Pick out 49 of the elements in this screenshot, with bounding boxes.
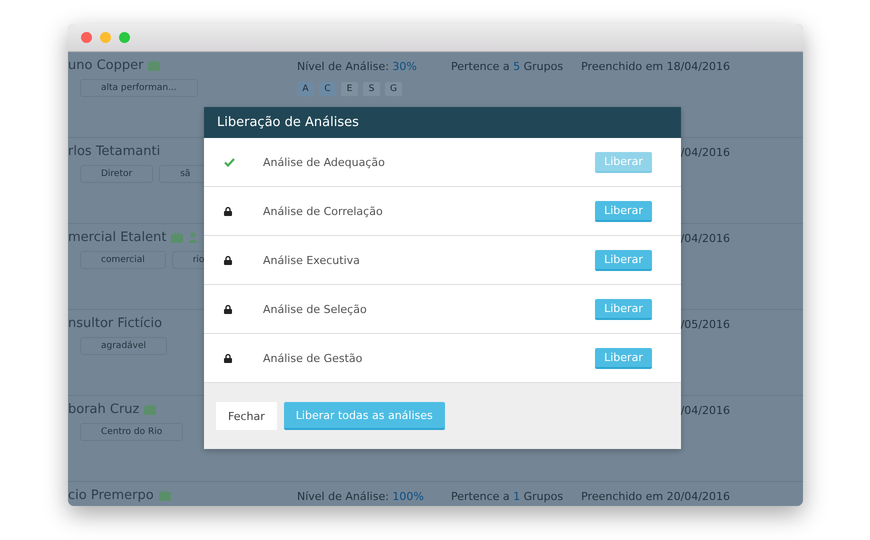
tag: Diretor: [80, 165, 154, 183]
filled-date: /05/2016: [680, 318, 730, 333]
person-name: borah Cruz: [68, 402, 140, 417]
person-name: mercial Etalent: [68, 230, 166, 245]
lock-icon: [224, 304, 232, 314]
modal-title: Liberação de Análises: [204, 107, 681, 138]
tag: alta performan...: [80, 79, 198, 97]
briefcase-icon: [158, 490, 171, 501]
analysis-name: Análise de Seleção: [263, 302, 368, 316]
lock-icon: [224, 354, 232, 362]
check-icon: [224, 158, 235, 166]
person-name: nsultor Fictício: [68, 316, 162, 331]
maximize-dot[interactable]: [119, 32, 130, 43]
filled-date: Preenchido em 18/04/2016: [581, 60, 730, 75]
release-button[interactable]: Liberar: [595, 348, 652, 368]
briefcase-icon: [148, 60, 160, 71]
tag: comercial: [80, 251, 166, 269]
person-name: cio Premerpo: [68, 488, 154, 503]
letter-chip: S: [363, 82, 380, 96]
minimize-dot[interactable]: [100, 32, 111, 43]
release-button[interactable]: Liberar: [595, 298, 652, 320]
analysis-level: Nível de Análise: 100%: [297, 490, 425, 503]
filled-date: /04/2016: [680, 232, 730, 247]
letter-chip: E: [341, 82, 358, 96]
analysis-level: Nível de Análise: 30%: [297, 60, 418, 73]
filled-date: Preenchido em 20/04/2016: [581, 490, 730, 505]
letter-chip: G: [385, 82, 402, 96]
release-button[interactable]: Liberar: [595, 200, 652, 222]
briefcase-icon: [171, 232, 184, 243]
letter-chip: C: [319, 82, 336, 96]
filled-date: /04/2016: [680, 146, 730, 161]
briefcase-icon: [144, 404, 156, 415]
release-button[interactable]: Liberar: [595, 250, 652, 270]
tag: agradável: [80, 337, 168, 355]
lock-icon: [224, 206, 232, 216]
analysis-name: Análise de Correlação: [263, 204, 384, 218]
person-name: uno Copper: [68, 58, 144, 73]
analysis-name: Análise de Adequação: [263, 156, 386, 168]
person-icon: [188, 232, 198, 243]
analysis-name: Análise de Gestão: [263, 352, 364, 364]
close-button[interactable]: Fechar: [216, 402, 277, 430]
lock-icon: [224, 256, 232, 264]
letter-chip: A: [297, 82, 314, 96]
close-dot[interactable]: [81, 32, 92, 43]
release-all-button[interactable]: Liberar todas as análises: [284, 402, 445, 430]
filled-date: /04/2016: [680, 404, 730, 419]
tag: Centro do Rio: [80, 423, 184, 441]
person-name: rlos Tetamanti: [68, 144, 160, 159]
analysis-name: Análise Executiva: [263, 254, 361, 266]
